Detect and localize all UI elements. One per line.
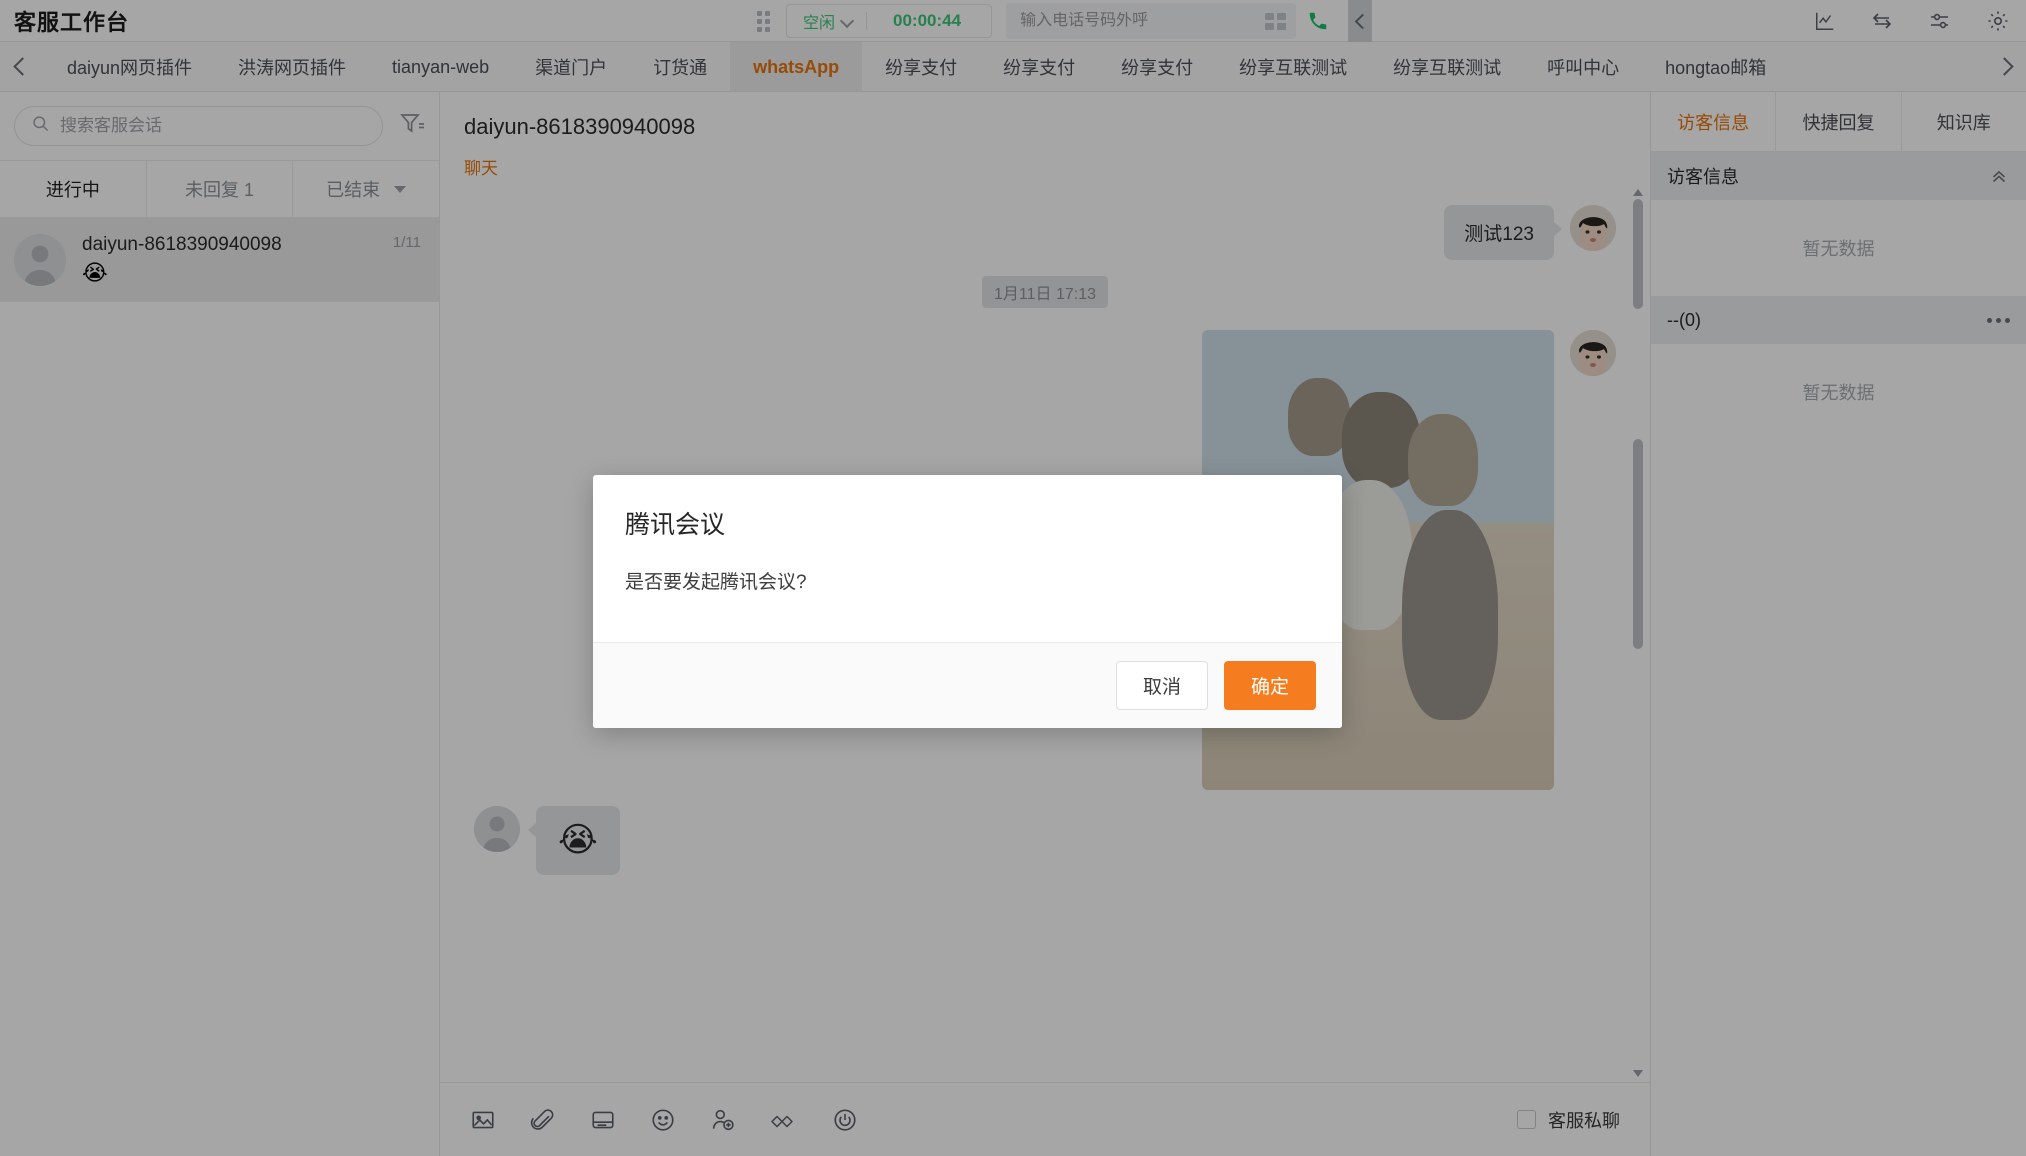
dialog-footer: 取消 确定 <box>593 642 1342 728</box>
cancel-button[interactable]: 取消 <box>1115 661 1208 710</box>
confirm-button[interactable]: 确定 <box>1223 661 1316 710</box>
dialog-header: 腾讯会议 <box>593 475 1342 541</box>
dialog-body: 是否要发起腾讯会议? <box>593 541 1342 642</box>
dialog-message: 是否要发起腾讯会议? <box>625 572 807 593</box>
app-root: 客服工作台 空闲 00:00:44 输入电话号码外呼 daiyun网页插件 洪涛… <box>0 0 2026 1156</box>
tencent-meeting-dialog: 腾讯会议 是否要发起腾讯会议? 取消 确定 <box>593 475 1342 728</box>
dialog-title: 腾讯会议 <box>625 511 726 539</box>
